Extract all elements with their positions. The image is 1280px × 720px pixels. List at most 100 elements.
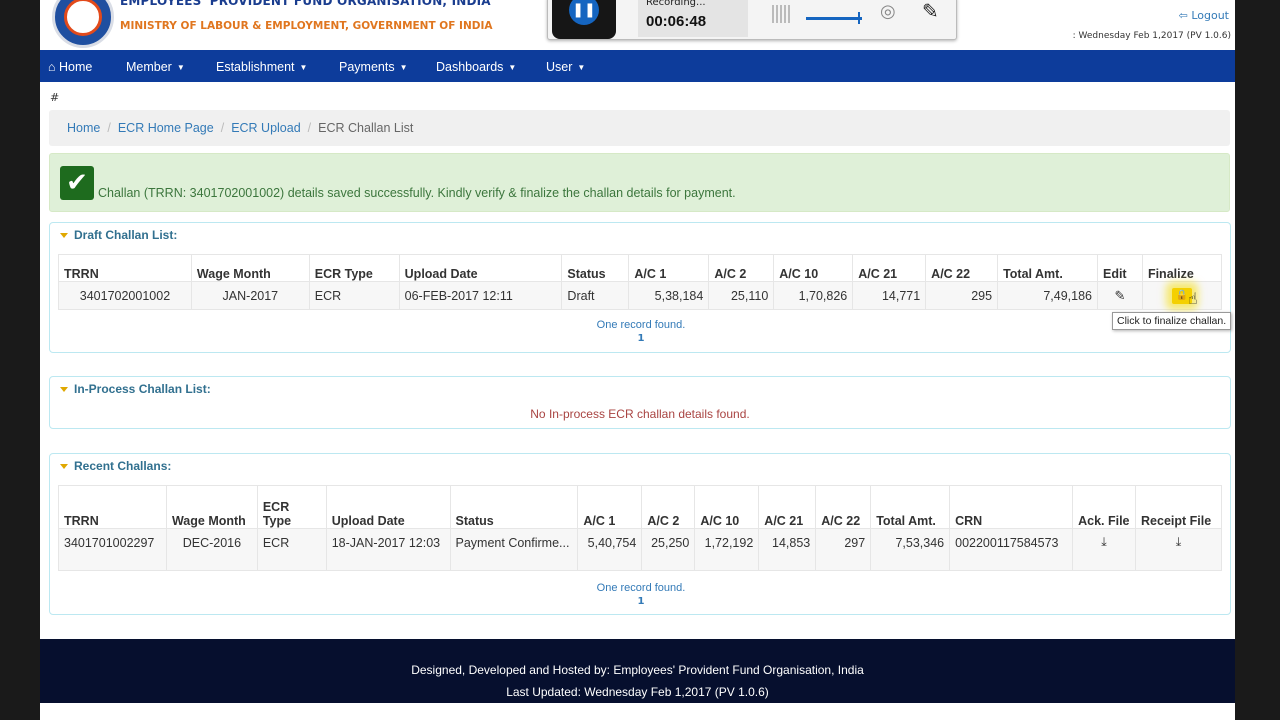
nav-dashboards[interactable]: Dashboards ▼ xyxy=(436,50,516,82)
cell-ac1: 5,38,184 xyxy=(628,281,710,310)
caret-down-icon: ▼ xyxy=(577,62,586,72)
col-header: TRRN xyxy=(58,485,167,529)
cell-ecr-type: ECR xyxy=(256,528,327,571)
cell-ac2: 25,250 xyxy=(641,528,696,571)
site-header: EMPLOYEES' PROVIDENT FUND ORGANISATION, … xyxy=(40,0,1235,50)
col-header: Status xyxy=(449,485,579,529)
recorder-pause-button[interactable]: ❚❚ xyxy=(552,0,616,39)
hand-cursor-icon: ☝ xyxy=(1188,289,1198,308)
breadcrumb: Home / ECR Home Page / ECR Upload / ECR Challa… xyxy=(49,110,1230,146)
caret-down-icon: ▼ xyxy=(508,62,517,72)
nav-member[interactable]: Member ▼ xyxy=(126,50,185,82)
draft-panel-toggle[interactable]: Draft Challan List: xyxy=(60,228,177,242)
finalize-cell: 🔒 xyxy=(1141,281,1223,310)
col-header: ECR Type xyxy=(308,254,400,282)
col-header: A/C 21 xyxy=(758,485,817,529)
nav-establishment[interactable]: Establishment ▼ xyxy=(216,50,307,82)
cell-ac21: 14,853 xyxy=(758,528,817,571)
recent-page-link[interactable]: 1 xyxy=(50,596,1232,607)
checkmark-icon: ✔ xyxy=(60,166,94,200)
col-header: CRN xyxy=(949,485,1074,529)
draft-page-link[interactable]: 1 xyxy=(50,333,1232,344)
col-header: A/C 2 xyxy=(708,254,775,282)
recent-challans-table: TRRN Wage Month ECR Type Upload Date Sta… xyxy=(58,485,1222,571)
caret-down-icon xyxy=(60,387,68,393)
nav-user[interactable]: User ▼ xyxy=(546,50,585,82)
breadcrumb-ecr-home[interactable]: ECR Home Page xyxy=(118,121,214,135)
cell-trrn: 3401701002297 xyxy=(58,528,167,571)
ack-file-cell: ⤓ xyxy=(1072,528,1137,571)
col-header: A/C 10 xyxy=(694,485,760,529)
recorder-status: Recording... xyxy=(646,0,706,8)
recorder-elapsed: 00:06:48 xyxy=(646,13,707,30)
pen-icon[interactable]: ✎ xyxy=(922,0,939,23)
inprocess-panel-toggle[interactable]: In-Process Challan List: xyxy=(60,382,211,396)
breadcrumb-ecr-upload[interactable]: ECR Upload xyxy=(231,121,300,135)
table-row: 3401702001002 JAN-2017 ECR 06-FEB-2017 1… xyxy=(58,281,1223,310)
volume-slider-knob[interactable] xyxy=(858,12,860,24)
cell-wage-month: DEC-2016 xyxy=(165,528,258,571)
window-right-border xyxy=(1235,0,1280,720)
table-header-row: TRRN Wage Month ECR Type Upload Date Sta… xyxy=(58,254,1223,282)
recent-panel-toggle[interactable]: Recent Challans: xyxy=(60,459,171,473)
col-header: A/C 22 xyxy=(925,254,999,282)
cell-ac22: 297 xyxy=(815,528,872,571)
caret-down-icon: ▼ xyxy=(299,62,308,72)
inprocess-challan-panel: In-Process Challan List: No In-process E… xyxy=(49,376,1231,429)
draft-challan-table: TRRN Wage Month ECR Type Upload Date Sta… xyxy=(58,254,1223,310)
ministry-title: MINISTRY OF LABOUR & EMPLOYMENT, GOVERNM… xyxy=(120,20,493,32)
col-header: A/C 22 xyxy=(815,485,872,529)
col-header: Wage Month xyxy=(190,254,310,282)
cell-total: 7,49,186 xyxy=(997,281,1098,310)
col-header: A/C 21 xyxy=(852,254,927,282)
download-icon[interactable]: ⤓ xyxy=(1101,535,1107,549)
cell-total: 7,53,346 xyxy=(870,528,951,571)
epfo-page: EMPLOYEES' PROVIDENT FUND ORGANISATION, … xyxy=(40,0,1235,720)
cell-ac10: 1,70,826 xyxy=(773,281,854,310)
col-header: Total Amt. xyxy=(870,485,951,529)
col-header: Total Amt. xyxy=(997,254,1098,282)
col-header: A/C 1 xyxy=(577,485,643,529)
nav-payments[interactable]: Payments ▼ xyxy=(339,50,408,82)
caret-down-icon xyxy=(60,464,68,470)
pause-icon: ❚❚ xyxy=(569,0,599,25)
logout-icon: ⇦ xyxy=(1178,9,1192,22)
volume-slider[interactable] xyxy=(806,17,862,20)
download-icon[interactable]: ⤓ xyxy=(1176,535,1182,549)
col-header: A/C 1 xyxy=(628,254,710,282)
webcam-icon[interactable]: ◎ xyxy=(880,1,896,22)
header-date: : Wednesday Feb 1,2017 (PV 1.0.6) xyxy=(1072,31,1231,41)
col-header: A/C 2 xyxy=(641,485,696,529)
receipt-file-cell: ⤓ xyxy=(1135,528,1222,571)
cell-ecr-type: ECR xyxy=(308,281,400,310)
caret-down-icon xyxy=(60,233,68,239)
finalize-tooltip: Click to finalize challan. xyxy=(1112,312,1232,330)
col-header: Finalize xyxy=(1141,254,1223,282)
site-footer: Designed, Developed and Hosted by: Emplo… xyxy=(40,639,1235,703)
col-header: Ack. File xyxy=(1072,485,1137,529)
org-title: EMPLOYEES' PROVIDENT FUND ORGANISATION, … xyxy=(120,0,491,8)
success-message: Challan (TRRN: 3401702001002) details sa… xyxy=(98,186,736,200)
col-header: TRRN xyxy=(58,254,192,282)
cell-status: Draft xyxy=(561,281,630,310)
footer-credits: Designed, Developed and Hosted by: Emplo… xyxy=(411,663,864,677)
col-header: Receipt File xyxy=(1135,485,1222,529)
cell-ac2: 25,110 xyxy=(708,281,775,310)
breadcrumb-home[interactable]: Home xyxy=(67,121,100,135)
caret-down-icon: ▼ xyxy=(399,62,408,72)
edit-icon[interactable]: ✎ xyxy=(1115,288,1126,303)
no-inprocess-message: No In-process ECR challan details found. xyxy=(530,407,750,421)
success-alert: ✔ Challan (TRRN: 3401702001002) details … xyxy=(49,153,1230,212)
cell-crn: 002200117584573 xyxy=(949,528,1074,571)
nav-home[interactable]: ⌂ Home xyxy=(48,50,92,82)
col-header: Upload Date xyxy=(398,254,563,282)
draft-challan-panel: Draft Challan List: TRRN Wage Month ECR … xyxy=(49,222,1231,353)
logout-link[interactable]: ⇦ Logout xyxy=(1179,9,1229,22)
audio-level-icon xyxy=(772,5,792,23)
breadcrumb-current: ECR Challan List xyxy=(318,121,414,135)
recent-record-count: One record found. xyxy=(596,582,686,594)
cell-status: Payment Confirme... xyxy=(449,528,579,571)
col-header: Wage Month xyxy=(165,485,258,529)
screen-recorder-toolbar: ❚❚ Recording... 00:06:48 ◎ ✎ xyxy=(547,0,957,40)
caret-down-icon: ▼ xyxy=(176,62,185,72)
